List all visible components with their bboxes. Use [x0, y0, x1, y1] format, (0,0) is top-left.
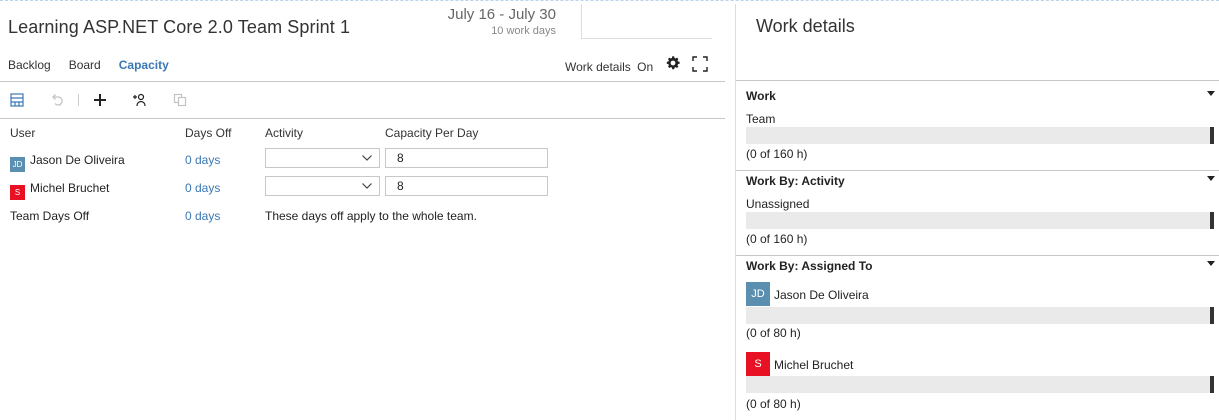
column-header-activity: Activity [265, 126, 304, 140]
capacity-bar [746, 212, 1214, 229]
chevron-down-icon [362, 183, 372, 189]
table-row: JD Jason De Oliveira 0 days 8 [10, 148, 725, 176]
capacity-bar-marker [1210, 307, 1214, 324]
capacity-view-icon[interactable] [8, 91, 26, 109]
section-assigned-heading[interactable]: Work By: Assigned To [746, 259, 872, 273]
column-header-capacity: Capacity Per Day [385, 126, 479, 140]
capacity-toolbar [8, 90, 211, 110]
sprint-work-days: 10 work days [491, 25, 556, 37]
column-header-user: User [10, 126, 36, 140]
work-details-pane: Work details Work Team (0 of 160 h) Work… [736, 0, 1219, 420]
user-name: Jason De Oliveira [30, 153, 125, 167]
capacity-text: (0 of 160 h) [746, 147, 808, 161]
capacity-text: (0 of 160 h) [746, 232, 808, 246]
capacity-per-day-input[interactable]: 8 [385, 148, 548, 168]
tab-capacity[interactable]: Capacity [119, 58, 169, 72]
chevron-down-icon [362, 155, 372, 161]
capacity-text: (0 of 80 h) [746, 397, 801, 411]
team-days-off-row: Team Days Off 0 days These days off appl… [10, 204, 725, 232]
add-all-members-icon[interactable] [131, 91, 149, 109]
capacity-bar [746, 376, 1214, 393]
collapse-caret-icon[interactable] [1207, 91, 1215, 97]
bar-label-unassigned: Unassigned [746, 197, 810, 211]
capacity-bar-marker [1210, 127, 1214, 144]
capacity-table: User Days Off Activity Capacity Per Day … [10, 126, 725, 232]
bar-label-team: Team [746, 112, 776, 126]
section-work-heading[interactable]: Work [746, 89, 776, 103]
collapse-caret-icon[interactable] [1207, 176, 1215, 182]
fullscreen-icon[interactable] [692, 56, 708, 72]
avatar: JD [10, 157, 25, 172]
capacity-text: (0 of 80 h) [746, 326, 801, 340]
avatar: S [10, 185, 25, 200]
work-details-toggle-label: Work details [565, 60, 631, 74]
activity-dropdown[interactable] [265, 148, 380, 168]
user-cell: JD Jason De Oliveira [10, 153, 125, 172]
collapse-caret-icon[interactable] [1207, 261, 1215, 267]
activity-dropdown[interactable] [265, 176, 380, 196]
team-days-off-label: Team Days Off [10, 209, 90, 223]
copy-icon[interactable] [171, 91, 189, 109]
user-cell: S Michel Bruchet [10, 181, 109, 200]
capacity-bar-marker [1210, 376, 1214, 393]
tab-board[interactable]: Board [69, 58, 101, 72]
days-off-link[interactable]: 0 days [185, 181, 220, 195]
work-details-divider [736, 80, 1219, 81]
tab-backlog[interactable]: Backlog [8, 58, 51, 72]
toolbar-separator [78, 94, 79, 106]
team-days-off-note: These days off apply to the whole team. [265, 209, 477, 223]
gear-icon[interactable] [665, 55, 681, 71]
user-name: Michel Bruchet [30, 181, 110, 195]
team-days-off-link[interactable]: 0 days [185, 209, 220, 223]
capacity-bar [746, 127, 1214, 144]
capacity-bar [746, 307, 1214, 324]
avatar: JD [746, 282, 770, 306]
work-details-title: Work details [756, 16, 855, 36]
assignee-name: Jason De Oliveira [774, 288, 869, 302]
section-divider [736, 255, 1219, 256]
sprint-date-box [581, 4, 712, 39]
work-details-toggle-state: On [637, 60, 654, 74]
capacity-pane: Learning ASP.NET Core 2.0 Team Sprint 1 … [0, 0, 735, 420]
sprint-dates[interactable]: July 16 - July 30 [420, 6, 556, 23]
avatar: S [746, 352, 770, 376]
table-header: User Days Off Activity Capacity Per Day [10, 126, 725, 148]
table-row: S Michel Bruchet 0 days 8 [10, 176, 725, 204]
section-activity-heading[interactable]: Work By: Activity [746, 174, 845, 188]
capacity-per-day-input[interactable]: 8 [385, 176, 548, 196]
nav-divider [0, 81, 725, 82]
undo-icon[interactable] [48, 91, 66, 109]
assignee-name: Michel Bruchet [774, 358, 854, 372]
add-icon[interactable] [91, 91, 109, 109]
toolbar-divider [0, 118, 725, 119]
column-header-days-off: Days Off [185, 126, 232, 140]
hub-tabs: Backlog Board Capacity [8, 58, 169, 72]
capacity-bar-marker [1210, 212, 1214, 229]
section-divider [736, 170, 1219, 171]
days-off-link[interactable]: 0 days [185, 153, 220, 167]
work-details-toggle[interactable]: Work details On [565, 60, 653, 74]
sprint-title: Learning ASP.NET Core 2.0 Team Sprint 1 [8, 17, 351, 37]
